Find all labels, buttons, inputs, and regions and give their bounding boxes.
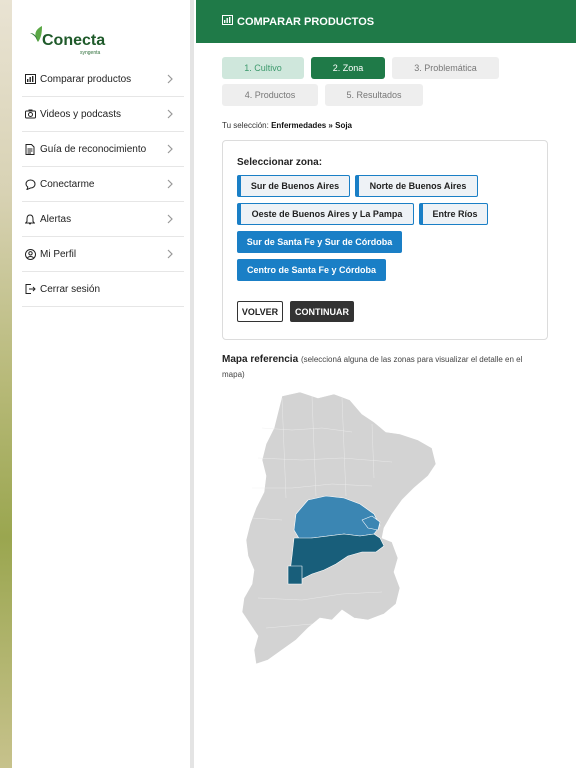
sidebar-item-label: Videos y podcasts xyxy=(40,108,121,120)
zone-button-oeste-buenos-aires-la-pampa[interactable]: Oeste de Buenos Aires y La Pampa xyxy=(237,203,414,225)
step-productos: 4. Productos xyxy=(222,84,318,106)
logout-icon xyxy=(24,283,36,295)
bar-chart-icon xyxy=(222,15,233,28)
sidebar-item-alertas[interactable]: Alertas xyxy=(22,202,184,237)
chat-icon xyxy=(24,178,36,190)
brand-sub: syngenta xyxy=(80,50,101,56)
sidebar-item-guia-reconocimiento[interactable]: Guía de reconocimiento xyxy=(22,132,184,167)
sidebar-menu: Comparar productos Videos y podcasts Guí… xyxy=(22,62,184,307)
sidebar-item-label: Conectarme xyxy=(40,178,95,190)
bell-icon xyxy=(24,213,36,225)
zone-button-norte-buenos-aires[interactable]: Norte de Buenos Aires xyxy=(355,175,478,197)
chevron-right-icon xyxy=(167,249,173,259)
zone-card-title: Seleccionar zona: xyxy=(237,157,323,168)
zone-selector-card: Seleccionar zona: Sur de Buenos Aires No… xyxy=(222,140,548,340)
sidebar-item-label: Guía de reconocimiento xyxy=(40,143,147,155)
map-title: Mapa referencia xyxy=(222,354,299,365)
sidebar-item-comparar-productos[interactable]: Comparar productos xyxy=(22,62,184,97)
map-zone-pampa xyxy=(287,565,303,585)
back-button[interactable]: VOLVER xyxy=(237,301,283,322)
brand-name: Conecta xyxy=(42,32,106,49)
step-resultados: 5. Resultados xyxy=(325,84,423,106)
zone-button-centro-santa-fe-cordoba[interactable]: Centro de Santa Fe y Córdoba xyxy=(237,259,386,281)
zone-button-sur-buenos-aires[interactable]: Sur de Buenos Aires xyxy=(237,175,350,197)
sidebar-item-cerrar-sesion[interactable]: Cerrar sesión xyxy=(22,272,184,307)
step-cultivo[interactable]: 1. Cultivo xyxy=(222,57,304,79)
sidebar-item-label: Alertas xyxy=(40,213,72,225)
sidebar-item-conectarme[interactable]: Conectarme xyxy=(22,167,184,202)
brand-logo[interactable]: Conecta syngenta xyxy=(30,24,110,58)
selection-value: Enfermedades » Soja xyxy=(271,121,352,130)
camera-icon xyxy=(24,108,36,120)
user-icon xyxy=(24,248,36,260)
bar-chart-icon xyxy=(24,73,36,85)
step-problematica: 3. Problemática xyxy=(392,57,499,79)
step-zona[interactable]: 2. Zona xyxy=(311,57,385,79)
selection-prefix: Tu selección: xyxy=(222,121,269,130)
chevron-right-icon xyxy=(167,109,173,119)
sidebar-item-label: Mi Perfil xyxy=(40,248,77,260)
zone-button-sur-santa-fe-sur-cordoba[interactable]: Sur de Santa Fe y Sur de Córdoba xyxy=(237,231,402,253)
sidebar-item-label: Cerrar sesión xyxy=(40,283,101,295)
sidebar-divider xyxy=(190,0,194,768)
chevron-right-icon xyxy=(167,74,173,84)
chevron-right-icon xyxy=(167,179,173,189)
reference-map[interactable] xyxy=(222,388,442,668)
sidebar-item-label: Comparar productos xyxy=(40,73,132,85)
zone-button-entre-rios[interactable]: Entre Ríos xyxy=(419,203,488,225)
continue-button[interactable]: CONTINUAR xyxy=(290,301,354,322)
map-heading: Mapa referencia (seleccioná alguna de la… xyxy=(222,352,542,382)
selection-summary: Tu selección: Enfermedades » Soja xyxy=(222,121,352,130)
chevron-right-icon xyxy=(167,144,173,154)
argentina-map[interactable] xyxy=(222,388,442,668)
page-header: COMPARAR PRODUCTOS xyxy=(196,0,576,43)
sidebar-item-mi-perfil[interactable]: Mi Perfil xyxy=(22,237,184,272)
document-icon xyxy=(24,143,36,155)
page-title: COMPARAR PRODUCTOS xyxy=(237,15,375,28)
sidebar-item-videos-podcasts[interactable]: Videos y podcasts xyxy=(22,97,184,132)
chevron-right-icon xyxy=(167,214,173,224)
